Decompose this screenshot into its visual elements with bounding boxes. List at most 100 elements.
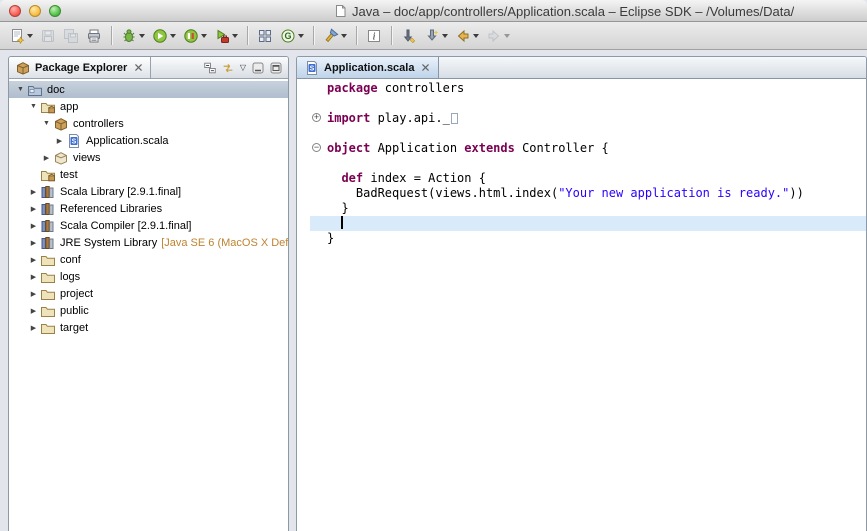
debug-button[interactable] bbox=[118, 24, 148, 48]
code-editor[interactable]: package controllers+import play.api._−ob… bbox=[297, 79, 866, 531]
tree-item-jre-system-library[interactable]: ▶JRE System Library[Java SE 6 (MacOS X D… bbox=[9, 234, 288, 251]
forward-history-button[interactable] bbox=[483, 24, 513, 48]
info-button[interactable]: i bbox=[363, 24, 385, 48]
expand-arrow-icon[interactable]: ▶ bbox=[28, 205, 39, 213]
tree-item-label: public bbox=[60, 305, 89, 317]
search-button[interactable] bbox=[320, 24, 350, 48]
next-annotation-button[interactable] bbox=[421, 24, 451, 48]
run-button[interactable] bbox=[149, 24, 179, 48]
window-title: Java – doc/app/controllers/Application.s… bbox=[352, 4, 794, 19]
expand-arrow-icon[interactable]: ▶ bbox=[28, 239, 39, 247]
tree-item-app[interactable]: ▼app bbox=[9, 98, 288, 115]
dropdown-arrow-icon[interactable] bbox=[298, 34, 304, 38]
new-element-button[interactable]: G bbox=[277, 24, 307, 48]
code-line-10[interactable] bbox=[310, 216, 866, 231]
tree-item-scala-compiler-2-9-1-final[interactable]: ▶Scala Compiler [2.9.1.final] bbox=[9, 217, 288, 234]
tree-item-public[interactable]: ▶ public bbox=[9, 302, 288, 319]
code-text: } bbox=[327, 201, 349, 216]
expand-arrow-icon[interactable]: ▶ bbox=[28, 222, 39, 230]
code-line-4[interactable] bbox=[310, 126, 866, 141]
folder-icon bbox=[40, 320, 56, 336]
editor-tab-application-scala[interactable]: S Application.scala bbox=[297, 57, 439, 78]
expand-arrow-icon[interactable]: ▶ bbox=[28, 290, 39, 298]
tree-item-project[interactable]: ▶project bbox=[9, 285, 288, 302]
expand-arrow-icon[interactable]: ▶ bbox=[28, 324, 39, 332]
package-explorer-tab[interactable]: Package Explorer bbox=[9, 57, 151, 78]
close-editor-icon[interactable] bbox=[420, 62, 431, 73]
tree-item-label: doc bbox=[47, 84, 65, 96]
code-line-3[interactable]: +import play.api._ bbox=[310, 111, 866, 126]
collapse-arrow-icon[interactable]: ▼ bbox=[28, 103, 39, 110]
fold-plus-icon[interactable]: + bbox=[310, 111, 327, 126]
new-java-project-button[interactable] bbox=[254, 24, 276, 48]
tree-item-doc[interactable]: ▼ doc bbox=[9, 81, 288, 98]
tree-item-application-scala[interactable]: ▶SApplication.scala bbox=[9, 132, 288, 149]
fold-column bbox=[310, 96, 327, 111]
tree-item-suffix: [Java SE 6 (MacOS X Def bbox=[161, 237, 288, 249]
dropdown-arrow-icon[interactable] bbox=[139, 34, 145, 38]
code-text: package controllers bbox=[327, 81, 464, 96]
dropdown-arrow-icon[interactable] bbox=[341, 34, 347, 38]
tree-item-conf[interactable]: ▶ conf bbox=[9, 251, 288, 268]
code-line-11[interactable]: } bbox=[310, 231, 866, 246]
close-window-button[interactable] bbox=[9, 5, 21, 17]
close-view-icon[interactable] bbox=[133, 62, 144, 73]
package-icon bbox=[53, 116, 69, 132]
last-edit-location-button[interactable] bbox=[398, 24, 420, 48]
minimize-view-button[interactable] bbox=[251, 61, 265, 75]
tree-item-label: Referenced Libraries bbox=[60, 203, 162, 215]
save-all-button[interactable] bbox=[60, 24, 82, 48]
tree-item-target[interactable]: ▶target bbox=[9, 319, 288, 336]
dropdown-arrow-icon[interactable] bbox=[201, 34, 207, 38]
save-icon bbox=[40, 28, 56, 44]
code-text: import play.api._ bbox=[327, 111, 458, 126]
fold-column bbox=[310, 186, 327, 201]
dropdown-arrow-icon[interactable] bbox=[27, 34, 33, 38]
link-with-editor-button[interactable] bbox=[221, 61, 235, 75]
maximize-view-button[interactable] bbox=[269, 61, 283, 75]
tree-item-test[interactable]: test bbox=[9, 166, 288, 183]
back-history-button[interactable] bbox=[452, 24, 482, 48]
save-all-icon bbox=[63, 28, 79, 44]
tree-item-controllers[interactable]: ▼controllers bbox=[9, 115, 288, 132]
expand-arrow-icon[interactable]: ▶ bbox=[28, 256, 39, 264]
collapse-all-button[interactable] bbox=[203, 61, 217, 75]
code-line-5[interactable]: −object Application extends Controller { bbox=[310, 141, 866, 156]
save-button[interactable] bbox=[37, 24, 59, 48]
tree-item-logs[interactable]: ▶logs bbox=[9, 268, 288, 285]
view-menu-button[interactable]: ▽ bbox=[239, 64, 247, 72]
tree-item-views[interactable]: ▶views bbox=[9, 149, 288, 166]
code-line-2[interactable] bbox=[310, 96, 866, 111]
code-text bbox=[327, 216, 343, 231]
code-line-7[interactable]: def index = Action { bbox=[310, 171, 866, 186]
dropdown-arrow-icon[interactable] bbox=[504, 34, 510, 38]
expand-arrow-icon[interactable]: ▶ bbox=[28, 307, 39, 315]
tree-item-scala-library-2-9-1-final[interactable]: ▶Scala Library [2.9.1.final] bbox=[9, 183, 288, 200]
dropdown-arrow-icon[interactable] bbox=[473, 34, 479, 38]
code-line-6[interactable] bbox=[310, 156, 866, 171]
tree-item-referenced-libraries[interactable]: ▶ Referenced Libraries bbox=[9, 200, 288, 217]
minimize-window-button[interactable] bbox=[29, 5, 41, 17]
expand-arrow-icon[interactable]: ▶ bbox=[41, 154, 52, 162]
toolbar-separator bbox=[111, 26, 112, 45]
code-line-8[interactable]: BadRequest(views.html.index("Your new ap… bbox=[310, 186, 866, 201]
svg-text:i: i bbox=[373, 31, 376, 42]
new-wizard-button[interactable] bbox=[6, 24, 36, 48]
code-line-1[interactable]: package controllers bbox=[310, 81, 866, 96]
collapse-arrow-icon[interactable]: ▼ bbox=[41, 120, 52, 127]
tree-item-label: conf bbox=[60, 254, 81, 266]
expand-arrow-icon[interactable]: ▶ bbox=[28, 188, 39, 196]
fold-minus-icon[interactable]: − bbox=[310, 141, 327, 156]
code-line-9[interactable]: } bbox=[310, 201, 866, 216]
zoom-window-button[interactable] bbox=[49, 5, 61, 17]
dropdown-arrow-icon[interactable] bbox=[232, 34, 238, 38]
dropdown-arrow-icon[interactable] bbox=[170, 34, 176, 38]
coverage-button[interactable] bbox=[180, 24, 210, 48]
external-tools-button[interactable] bbox=[211, 24, 241, 48]
expand-arrow-icon[interactable]: ▶ bbox=[28, 273, 39, 281]
print-button[interactable] bbox=[83, 24, 105, 48]
collapse-arrow-icon[interactable]: ▼ bbox=[15, 86, 26, 93]
expand-arrow-icon[interactable]: ▶ bbox=[54, 137, 65, 145]
dropdown-arrow-icon[interactable] bbox=[442, 34, 448, 38]
titlebar[interactable]: Java – doc/app/controllers/Application.s… bbox=[0, 0, 867, 22]
